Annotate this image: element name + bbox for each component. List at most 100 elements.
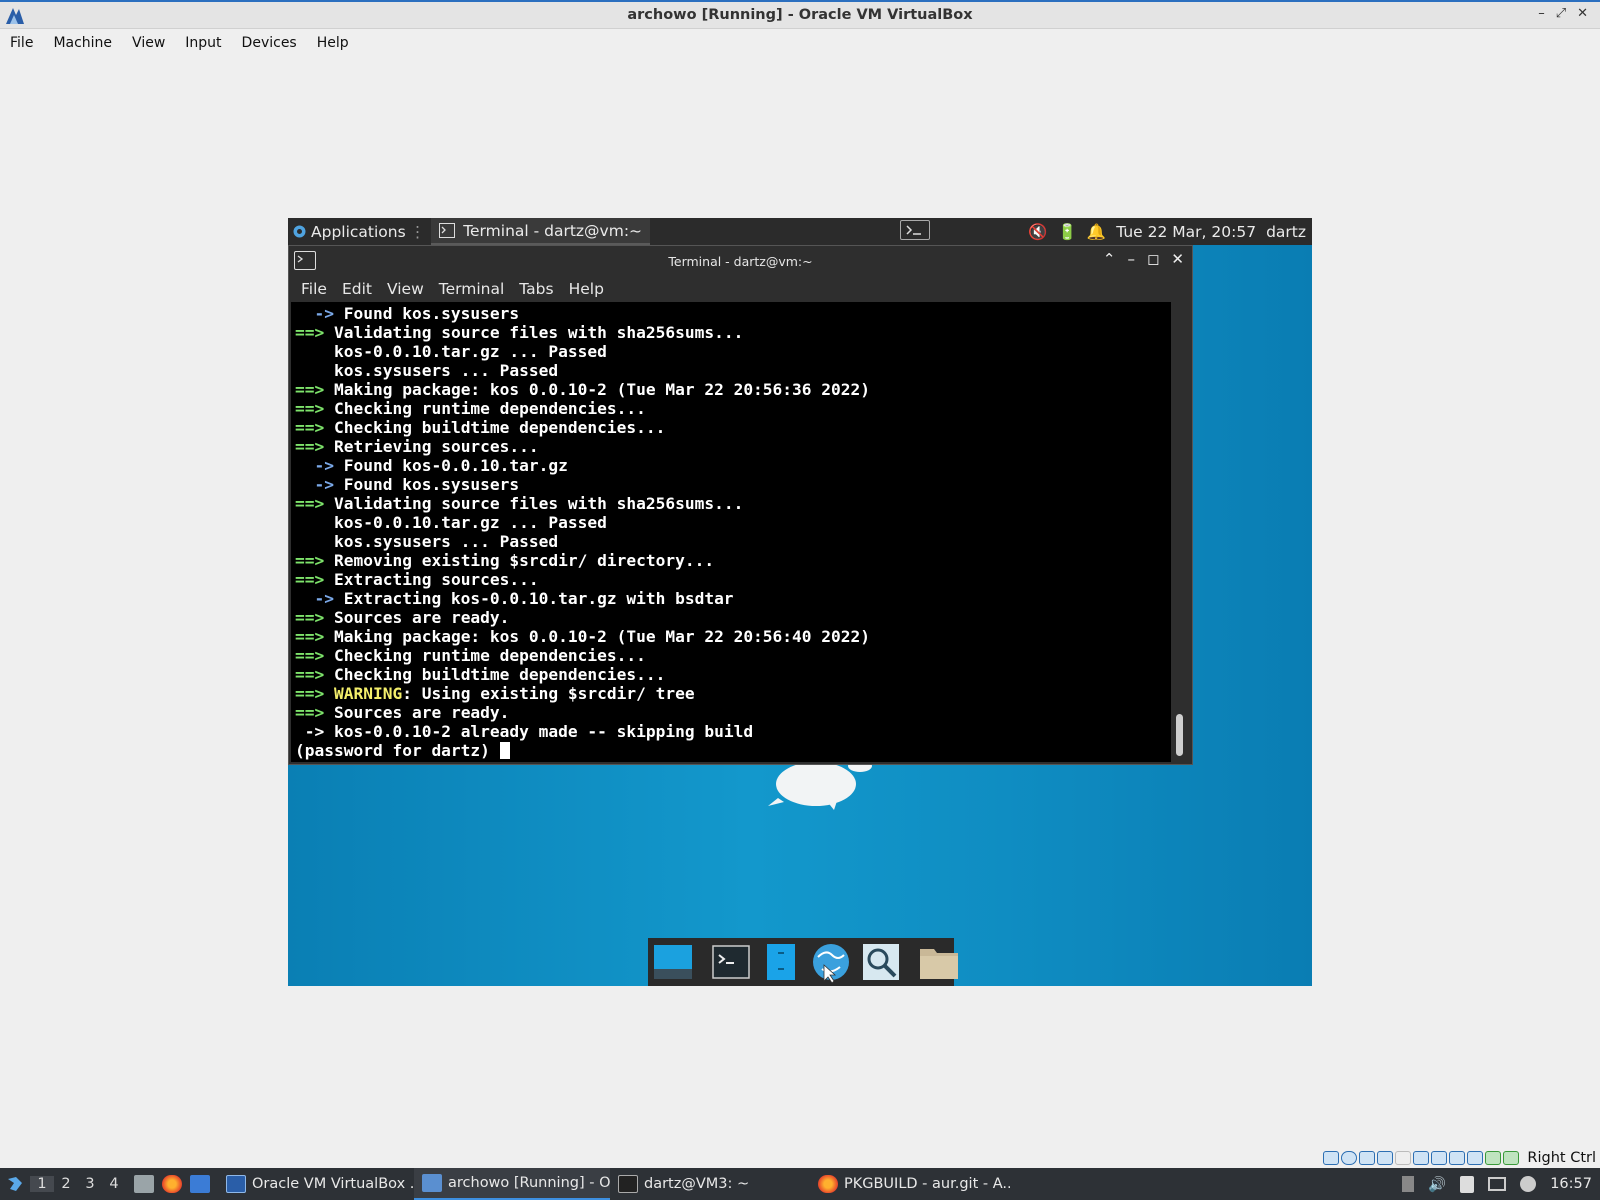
term-menu-help[interactable]: Help (569, 280, 604, 298)
terminal-scrollbar[interactable] (1172, 302, 1186, 762)
terminal-line: ==> Extracting sources... (295, 570, 1171, 589)
workspace-3[interactable]: 3 (78, 1176, 102, 1192)
term-menu-tabs[interactable]: Tabs (519, 280, 553, 298)
menu-file[interactable]: File (10, 35, 33, 51)
audio-icon[interactable] (1359, 1151, 1376, 1165)
minimize-icon[interactable]: – (1538, 6, 1545, 21)
volume-icon[interactable]: 🔊 (1428, 1176, 1446, 1193)
terminal-line: ==> Retrieving sources... (295, 437, 1171, 456)
menu-machine[interactable]: Machine (53, 35, 112, 51)
term-menu-view[interactable]: View (387, 280, 424, 298)
usb-icon[interactable] (1395, 1151, 1412, 1165)
workspace-4[interactable]: 4 (102, 1176, 126, 1192)
terminal-line: kos-0.0.10.tar.gz ... Passed (295, 513, 1171, 532)
video-capture-icon[interactable] (1449, 1151, 1466, 1165)
line-prefix: -> (295, 456, 334, 475)
display-icon[interactable] (1431, 1151, 1448, 1165)
volume-muted-icon[interactable]: 🔇 (1028, 223, 1047, 241)
menu-devices[interactable]: Devices (242, 35, 297, 51)
file-manager-icon[interactable] (760, 941, 802, 983)
maximize-icon[interactable]: ◻ (1147, 250, 1159, 268)
line-prefix: ==> (295, 551, 325, 570)
taskbar-task-virtualbox-manager[interactable]: Oracle VM VirtualBox ... (218, 1168, 414, 1200)
terminal-line: -> Found kos.sysusers (295, 475, 1171, 494)
keyboard-capture-icon[interactable] (1503, 1151, 1520, 1165)
panel-clock[interactable]: Tue 22 Mar, 20:57 (1116, 223, 1256, 241)
menu-input[interactable]: Input (185, 35, 221, 51)
terminal-prompt[interactable]: (password for dartz) (295, 741, 1171, 760)
taskbar-task-terminal[interactable]: dartz@VM3: ~ (610, 1168, 810, 1200)
line-text: Found kos.sysusers (333, 475, 520, 494)
terminal-icon[interactable] (710, 941, 752, 983)
term-menu-terminal[interactable]: Terminal (439, 280, 505, 298)
hard-disk-icon[interactable] (1323, 1151, 1340, 1165)
workspace-2[interactable]: 2 (54, 1176, 78, 1192)
line-text: Checking buildtime dependencies... (324, 665, 666, 684)
network-tray-icon[interactable] (1402, 1176, 1415, 1192)
optical-drive-icon[interactable] (1341, 1151, 1358, 1165)
line-prefix: ==> (295, 703, 325, 722)
line-text: Found kos-0.0.10.tar.gz (333, 456, 568, 475)
clipboard-icon[interactable] (1460, 1175, 1475, 1193)
host-window-controls: – ⤢ ✕ (1538, 6, 1588, 21)
task-label: Oracle VM VirtualBox ... (252, 1176, 414, 1192)
terminal-launcher-icon[interactable] (900, 220, 930, 240)
workspace-1[interactable]: 1 (30, 1176, 54, 1192)
panel-user[interactable]: dartz (1266, 223, 1306, 241)
notification-bell-icon[interactable]: 🔔 (1087, 223, 1106, 241)
taskbar-clock[interactable]: 16:57 (1550, 1176, 1592, 1192)
cpu-icon[interactable] (1467, 1151, 1484, 1165)
roll-up-icon[interactable]: ⌃ (1103, 250, 1116, 268)
start-menu-icon[interactable] (0, 1174, 30, 1194)
restore-icon[interactable]: ⤢ (1556, 6, 1566, 21)
virtualbox-vm-icon (422, 1174, 442, 1192)
minimize-icon[interactable]: – (1127, 250, 1135, 268)
shared-folders-icon[interactable] (1413, 1151, 1430, 1165)
firefox-icon[interactable] (162, 1175, 182, 1193)
scrollbar-thumb[interactable] (1176, 714, 1183, 756)
line-text: Found kos.sysusers (333, 304, 520, 323)
terminal-window[interactable]: Terminal - dartz@vm:~ ⌃ – ◻ ✕ File Edit … (288, 245, 1193, 765)
close-icon[interactable]: ✕ (1577, 6, 1588, 21)
display-tray-icon[interactable] (1488, 1177, 1507, 1191)
taskbar-task-firefox[interactable]: PKGBUILD - aur.git - A... (810, 1168, 1010, 1200)
show-desktop-icon[interactable] (190, 1175, 210, 1193)
show-desktop-icon[interactable] (652, 941, 694, 983)
host-key-label: Right Ctrl (1527, 1150, 1596, 1166)
panel-task-terminal[interactable]: Terminal - dartz@vm:~ (431, 218, 651, 245)
mouse-integration-icon[interactable] (1485, 1151, 1502, 1165)
line-prefix: ==> (295, 494, 325, 513)
web-browser-icon[interactable] (810, 941, 852, 984)
panel-task-label: Terminal - dartz@vm:~ (463, 221, 643, 240)
guest-dock (648, 938, 958, 986)
terminal-output[interactable]: -> Found kos.sysusers ==> Validating sour… (291, 302, 1171, 762)
term-menu-edit[interactable]: Edit (342, 280, 372, 298)
menu-view[interactable]: View (132, 35, 165, 51)
terminal-line: -> Found kos-0.0.10.tar.gz (295, 456, 1171, 475)
terminal-line: ==> Sources are ready. (295, 608, 1171, 627)
guest-screen[interactable]: Applications ⋮ Terminal - dartz@vm:~ 🔇 🔋… (288, 218, 1312, 986)
line-text: Removing existing $srcdir/ directory... (324, 551, 715, 570)
updates-icon[interactable] (1520, 1176, 1537, 1192)
terminal-line: ==> Removing existing $srcdir/ directory… (295, 551, 1171, 570)
terminal-menubar: File Edit View Terminal Tabs Help (289, 276, 1192, 302)
line-text: Checking runtime dependencies... (324, 646, 646, 665)
line-text: kos.sysusers ... Passed (295, 532, 559, 551)
battery-icon[interactable]: 🔋 (1058, 223, 1077, 241)
network-icon[interactable] (1377, 1151, 1394, 1165)
virtualbox-logo-icon[interactable] (4, 5, 26, 26)
line-prefix: ==> (295, 380, 325, 399)
app-finder-icon[interactable] (860, 941, 902, 983)
terminal-line: ==> WARNING: Using existing $srcdir/ tre… (295, 684, 1171, 703)
terminal-icon (618, 1175, 638, 1193)
terminal-line: ==> Validating source files with sha256s… (295, 323, 1171, 342)
terminal-titlebar[interactable]: Terminal - dartz@vm:~ ⌃ – ◻ ✕ (289, 246, 1192, 276)
file-manager-icon[interactable] (134, 1175, 154, 1193)
menu-help[interactable]: Help (317, 35, 349, 51)
applications-menu[interactable]: Applications ⋮ (288, 218, 425, 245)
terminal-line: ==> Checking runtime dependencies... (295, 646, 1171, 665)
folder-icon[interactable] (918, 941, 960, 983)
term-menu-file[interactable]: File (301, 280, 327, 298)
close-icon[interactable]: ✕ (1171, 250, 1184, 268)
taskbar-task-vm-window[interactable]: archowo [Running] - O... (414, 1168, 610, 1200)
